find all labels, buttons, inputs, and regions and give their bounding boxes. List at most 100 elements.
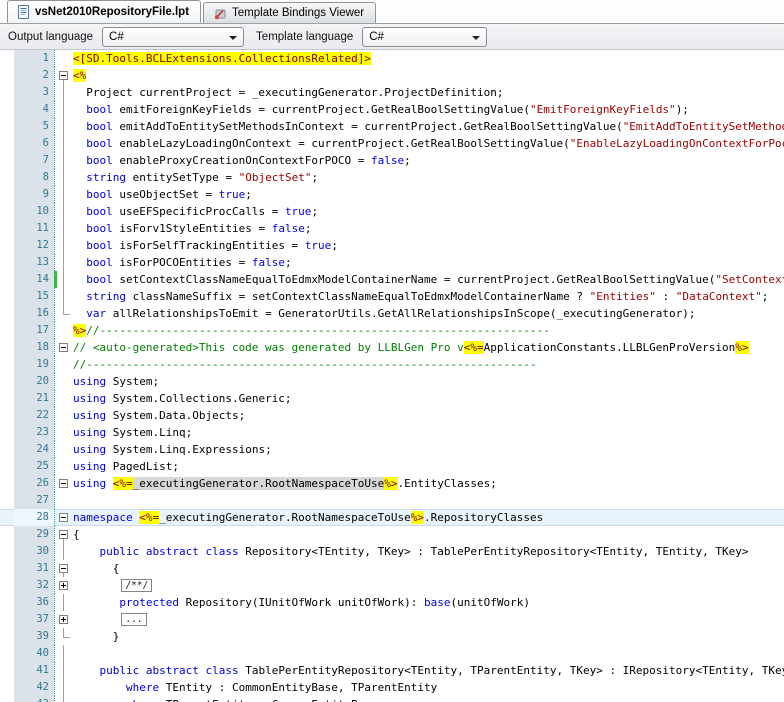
code-text[interactable]: using System.Linq;	[73, 424, 784, 441]
code-text[interactable]: // <auto-generated>This code was generat…	[73, 339, 784, 356]
code-editor[interactable]: 1<[SD.Tools.BCLExtensions.CollectionsRel…	[0, 50, 784, 702]
code-line[interactable]: 30 public abstract class Repository<TEnt…	[0, 543, 784, 560]
code-line[interactable]: 9 bool useObjectSet = true;	[0, 186, 784, 203]
code-line[interactable]: 18// <auto-generated>This code was gener…	[0, 339, 784, 356]
code-text[interactable]: <%	[73, 67, 784, 84]
code-line[interactable]: 7 bool enableProxyCreationOnContextForPO…	[0, 152, 784, 169]
code-text[interactable]: bool isForSelfTrackingEntities = true;	[73, 237, 784, 254]
code-text[interactable]: public abstract class TablePerEntityRepo…	[73, 662, 784, 679]
fold-collapse-icon[interactable]	[59, 343, 68, 352]
code-line[interactable]: 21using System.Collections.Generic;	[0, 390, 784, 407]
code-text[interactable]: using <%=_executingGenerator.RootNamespa…	[73, 475, 784, 492]
code-text[interactable]	[73, 645, 784, 662]
code-text[interactable]: bool useObjectSet = true;	[73, 186, 784, 203]
code-text[interactable]: where TEntity : CommonEntityBase, TParen…	[73, 679, 784, 696]
code-text[interactable]: protected Repository(IUnitOfWork unitOfW…	[73, 594, 784, 611]
code-line[interactable]: 43 where TParentEntity : CommonEntityBas…	[0, 696, 784, 702]
fold-margin[interactable]	[57, 526, 73, 543]
code-line[interactable]: 42 where TEntity : CommonEntityBase, TPa…	[0, 679, 784, 696]
code-line[interactable]: 22using System.Data.Objects;	[0, 407, 784, 424]
code-text[interactable]: {	[73, 526, 784, 543]
code-text[interactable]: using System.Collections.Generic;	[73, 390, 784, 407]
code-line[interactable]: 31 {	[0, 560, 784, 577]
code-text[interactable]: string entitySetType = "ObjectSet";	[73, 169, 784, 186]
code-text[interactable]: }	[73, 628, 784, 645]
code-text[interactable]: <[SD.Tools.BCLExtensions.CollectionsRela…	[73, 50, 784, 67]
code-text[interactable]: ...	[73, 611, 784, 628]
collapsed-region-box[interactable]: ...	[121, 613, 146, 626]
code-line[interactable]: 14 bool setContextClassNameEqualToEdmxMo…	[0, 271, 784, 288]
fold-margin[interactable]	[57, 475, 73, 492]
code-text[interactable]	[73, 492, 784, 509]
fold-margin[interactable]	[57, 560, 73, 577]
code-line[interactable]: 11 bool isForv1StyleEntities = false;	[0, 220, 784, 237]
fold-margin[interactable]	[57, 67, 73, 84]
code-line[interactable]: 6 bool enableLazyLoadingOnContext = curr…	[0, 135, 784, 152]
code-line[interactable]: 20using System;	[0, 373, 784, 390]
code-line[interactable]: 15 string classNameSuffix = setContextCl…	[0, 288, 784, 305]
code-line[interactable]: 10 bool useEFSpecificProcCalls = true;	[0, 203, 784, 220]
code-text[interactable]: //--------------------------------------…	[73, 356, 784, 373]
code-line[interactable]: 32 /**/	[0, 577, 784, 594]
code-line[interactable]: 28namespace <%=_executingGenerator.RootN…	[0, 509, 784, 526]
code-line[interactable]: 39 }	[0, 628, 784, 645]
code-line[interactable]: 23using System.Linq;	[0, 424, 784, 441]
code-line[interactable]: 13 bool isForPOCOEntities = false;	[0, 254, 784, 271]
fold-margin[interactable]	[57, 509, 73, 526]
code-text[interactable]: using System.Linq.Expressions;	[73, 441, 784, 458]
code-text[interactable]: bool emitForeignKeyFields = currentProje…	[73, 101, 784, 118]
code-text[interactable]: public abstract class Repository<TEntity…	[73, 543, 784, 560]
fold-collapse-icon[interactable]	[59, 513, 68, 522]
fold-collapse-icon[interactable]	[59, 71, 68, 80]
code-line[interactable]: 8 string entitySetType = "ObjectSet";	[0, 169, 784, 186]
fold-collapse-icon[interactable]	[59, 564, 68, 573]
code-text[interactable]: bool emitAddToEntitySetMethodsInContext …	[73, 118, 784, 135]
fold-margin[interactable]	[57, 577, 73, 594]
code-text[interactable]: using System.Data.Objects;	[73, 407, 784, 424]
output-language-select[interactable]: C#	[102, 27, 244, 47]
code-text[interactable]: using PagedList;	[73, 458, 784, 475]
fold-expand-icon[interactable]	[59, 615, 68, 624]
fold-margin[interactable]	[57, 339, 73, 356]
code-line[interactable]: 3 Project currentProject = _executingGen…	[0, 84, 784, 101]
code-text[interactable]: bool useEFSpecificProcCalls = true;	[73, 203, 784, 220]
code-text[interactable]: Project currentProject = _executingGener…	[73, 84, 784, 101]
code-line[interactable]: 41 public abstract class TablePerEntityR…	[0, 662, 784, 679]
code-text[interactable]: var allRelationshipsToEmit = GeneratorUt…	[73, 305, 784, 322]
tab-bindings-viewer[interactable]: Template Bindings Viewer	[203, 2, 376, 23]
collapsed-region-box[interactable]: /**/	[121, 579, 152, 592]
code-line[interactable]: 40	[0, 645, 784, 662]
code-line[interactable]: 29{	[0, 526, 784, 543]
fold-collapse-icon[interactable]	[59, 479, 68, 488]
code-line[interactable]: 5 bool emitAddToEntitySetMethodsInContex…	[0, 118, 784, 135]
code-line[interactable]: 37 ...	[0, 611, 784, 628]
code-line[interactable]: 24using System.Linq.Expressions;	[0, 441, 784, 458]
code-line[interactable]: 17%>//----------------------------------…	[0, 322, 784, 339]
code-text[interactable]: %>//------------------------------------…	[73, 322, 784, 339]
code-text[interactable]: where TParentEntity : CommonEntityBase	[73, 696, 784, 702]
code-text[interactable]: string classNameSuffix = setContextClass…	[73, 288, 784, 305]
code-line[interactable]: 36 protected Repository(IUnitOfWork unit…	[0, 594, 784, 611]
code-text[interactable]: bool isForPOCOEntities = false;	[73, 254, 784, 271]
code-line[interactable]: 19//------------------------------------…	[0, 356, 784, 373]
code-line[interactable]: 12 bool isForSelfTrackingEntities = true…	[0, 237, 784, 254]
code-line[interactable]: 25using PagedList;	[0, 458, 784, 475]
code-text[interactable]: bool enableProxyCreationOnContextForPOCO…	[73, 152, 784, 169]
code-text[interactable]: namespace <%=_executingGenerator.RootNam…	[73, 509, 784, 526]
fold-expand-icon[interactable]	[59, 581, 68, 590]
code-line[interactable]: 26using <%=_executingGenerator.RootNames…	[0, 475, 784, 492]
code-line[interactable]: 16 var allRelationshipsToEmit = Generato…	[0, 305, 784, 322]
fold-collapse-icon[interactable]	[59, 530, 68, 539]
code-text[interactable]: bool enableLazyLoadingOnContext = curren…	[73, 135, 784, 152]
code-text[interactable]: bool setContextClassNameEqualToEdmxModel…	[73, 271, 784, 288]
code-text[interactable]: bool isForv1StyleEntities = false;	[73, 220, 784, 237]
code-line[interactable]: 4 bool emitForeignKeyFields = currentPro…	[0, 101, 784, 118]
code-text[interactable]: using System;	[73, 373, 784, 390]
code-line[interactable]: 27	[0, 492, 784, 509]
code-text[interactable]: /**/	[73, 577, 784, 594]
code-line[interactable]: 1<[SD.Tools.BCLExtensions.CollectionsRel…	[0, 50, 784, 67]
template-language-select[interactable]: C#	[362, 27, 487, 47]
code-text[interactable]: {	[73, 560, 784, 577]
fold-margin[interactable]	[57, 611, 73, 628]
tab-template-file[interactable]: vsNet2010RepositoryFile.lpt	[7, 0, 201, 23]
